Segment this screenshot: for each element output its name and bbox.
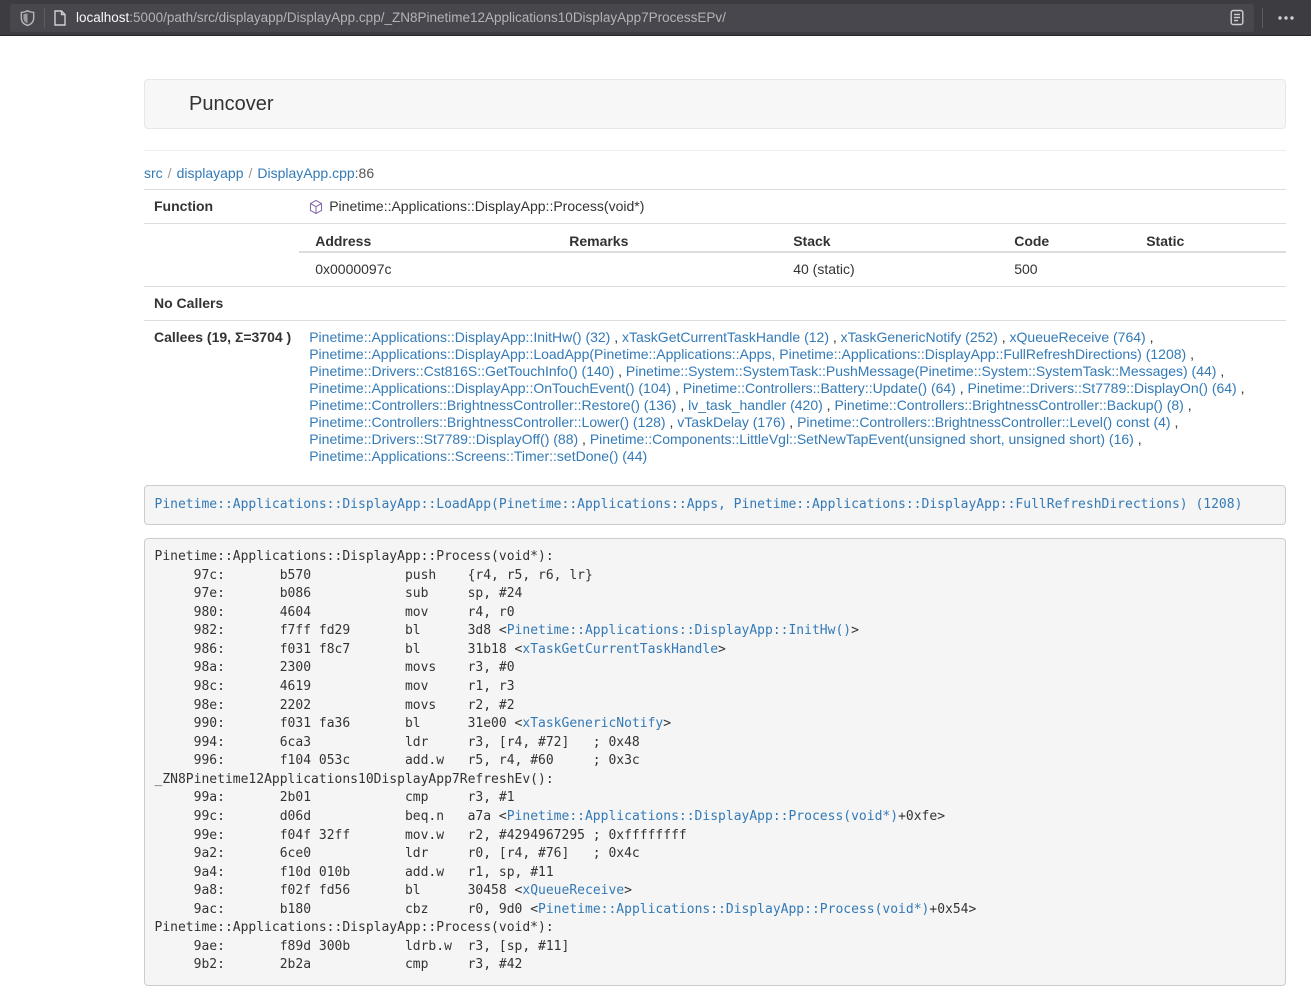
metrics-header-row: Address Remarks Stack Code Static	[299, 224, 1286, 252]
col-remarks: Remarks	[553, 224, 777, 252]
breadcrumb-src[interactable]: src	[144, 165, 163, 181]
asm-symbol-link[interactable]: xTaskGenericNotify	[522, 716, 663, 731]
col-code: Code	[998, 224, 1130, 252]
callee-link[interactable]: Pinetime::Controllers::BrightnessControl…	[309, 414, 665, 430]
stack-value: 40 (static)	[777, 252, 998, 286]
callee-link[interactable]: Pinetime::Drivers::St7789::DisplayOn() (…	[968, 380, 1237, 396]
callee-link[interactable]: Pinetime::Controllers::BrightnessControl…	[834, 397, 1183, 413]
shield-icon[interactable]	[19, 9, 36, 27]
asm-symbol-link[interactable]: xQueueReceive	[522, 883, 624, 898]
address-value: 0x0000097c	[299, 252, 553, 286]
code-value: 500	[998, 252, 1130, 286]
callee-link[interactable]: xTaskGetCurrentTaskHandle (12)	[622, 329, 829, 345]
callee-link[interactable]: lv_task_handler (420)	[688, 397, 823, 413]
callee-link[interactable]: xQueueReceive (764)	[1010, 329, 1146, 345]
function-name: Pinetime::Applications::DisplayApp::Proc…	[329, 198, 644, 215]
page-container: Puncover src/displayapp/DisplayApp.cpp:8…	[144, 79, 1286, 986]
breadcrumb-file[interactable]: DisplayApp.cpp	[257, 165, 354, 181]
col-static: Static	[1130, 224, 1286, 252]
page-title: Puncover	[189, 93, 274, 115]
metrics-table: Address Remarks Stack Code Static 0x0000…	[299, 224, 1286, 286]
callee-link[interactable]: Pinetime::Applications::DisplayApp::Load…	[309, 346, 1186, 362]
breadcrumb-displayapp[interactable]: displayapp	[177, 165, 244, 181]
snippet-symbol-link[interactable]: Pinetime::Applications::DisplayApp::Load…	[155, 497, 1243, 512]
asm-symbol-link[interactable]: Pinetime::Applications::DisplayApp::Proc…	[507, 809, 898, 824]
no-callers-row: No Callers	[144, 287, 1286, 321]
callee-link[interactable]: Pinetime::Drivers::Cst816S::GetTouchInfo…	[309, 363, 614, 379]
callees-label: Callees (19, Σ=3704 )	[144, 321, 299, 474]
url-host: localhost	[76, 10, 129, 25]
no-callers-cell	[299, 287, 1286, 321]
callee-link[interactable]: Pinetime::Components::LittleVgl::SetNewT…	[590, 431, 1134, 447]
callee-link[interactable]: Pinetime::Drivers::St7789::DisplayOff() …	[309, 431, 578, 447]
callees-cell: Pinetime::Applications::DisplayApp::Init…	[299, 321, 1286, 474]
callees-row: Callees (19, Σ=3704 ) Pinetime::Applicat…	[144, 321, 1286, 474]
menu-ellipsis-icon[interactable]	[1271, 15, 1301, 21]
col-address: Address	[299, 224, 553, 252]
url-path: :5000/path/src/displayapp/DisplayApp.cpp…	[129, 10, 726, 25]
callee-link[interactable]: Pinetime::Controllers::BrightnessControl…	[797, 414, 1170, 430]
url-text[interactable]: localhost:5000/path/src/displayapp/Displ…	[76, 10, 1229, 25]
empty-cell	[144, 224, 299, 287]
reader-mode-icon[interactable]	[1229, 9, 1245, 26]
asm-symbol-link[interactable]: Pinetime::Applications::DisplayApp::Proc…	[538, 902, 929, 917]
static-value	[1130, 252, 1286, 286]
divider	[144, 150, 1286, 151]
callee-link[interactable]: Pinetime::Controllers::Battery::Update()…	[683, 380, 956, 396]
callee-link[interactable]: Pinetime::Applications::Screens::Timer::…	[309, 448, 647, 464]
function-table: Function Pinetime::Applications::Display…	[144, 189, 1286, 473]
callee-link[interactable]: Pinetime::Applications::DisplayApp::OnTo…	[309, 380, 671, 396]
metrics-row: Address Remarks Stack Code Static 0x0000…	[144, 224, 1286, 287]
callee-link[interactable]: Pinetime::Applications::DisplayApp::Init…	[309, 329, 610, 345]
metrics-value-row: 0x0000097c 40 (static) 500	[299, 252, 1286, 286]
assembly-block: Pinetime::Applications::DisplayApp::Proc…	[144, 538, 1286, 986]
col-stack: Stack	[777, 224, 998, 252]
callee-link[interactable]: Pinetime::System::SystemTask::PushMessag…	[626, 363, 1217, 379]
remarks-value	[553, 252, 777, 286]
function-label: Function	[144, 190, 299, 224]
browser-toolbar: localhost:5000/path/src/displayapp/Displ…	[0, 0, 1311, 36]
callee-link[interactable]: xTaskGenericNotify (252)	[841, 329, 998, 345]
breadcrumb: src/displayapp/DisplayApp.cpp:86	[144, 163, 1286, 183]
app-header: Puncover	[144, 79, 1286, 129]
toolbar-divider	[1262, 8, 1263, 28]
symbol-snippet-panel: Pinetime::Applications::DisplayApp::Load…	[144, 485, 1286, 525]
function-row: Function Pinetime::Applications::Display…	[144, 190, 1286, 224]
asm-symbol-link[interactable]: Pinetime::Applications::DisplayApp::Init…	[507, 623, 851, 638]
callee-link[interactable]: Pinetime::Controllers::BrightnessControl…	[309, 397, 676, 413]
page-icon[interactable]	[53, 10, 67, 26]
breadcrumb-separator: /	[244, 165, 258, 181]
callee-link[interactable]: vTaskDelay (176)	[677, 414, 785, 430]
breadcrumb-separator: /	[163, 165, 177, 181]
toolbar-divider	[44, 8, 45, 28]
no-callers-label: No Callers	[144, 287, 299, 321]
url-bar[interactable]: localhost:5000/path/src/displayapp/Displ…	[10, 4, 1254, 32]
symbol-cube-icon	[309, 199, 323, 215]
breadcrumb-line-number: :86	[355, 165, 374, 181]
asm-symbol-link[interactable]: xTaskGetCurrentTaskHandle	[522, 642, 718, 657]
